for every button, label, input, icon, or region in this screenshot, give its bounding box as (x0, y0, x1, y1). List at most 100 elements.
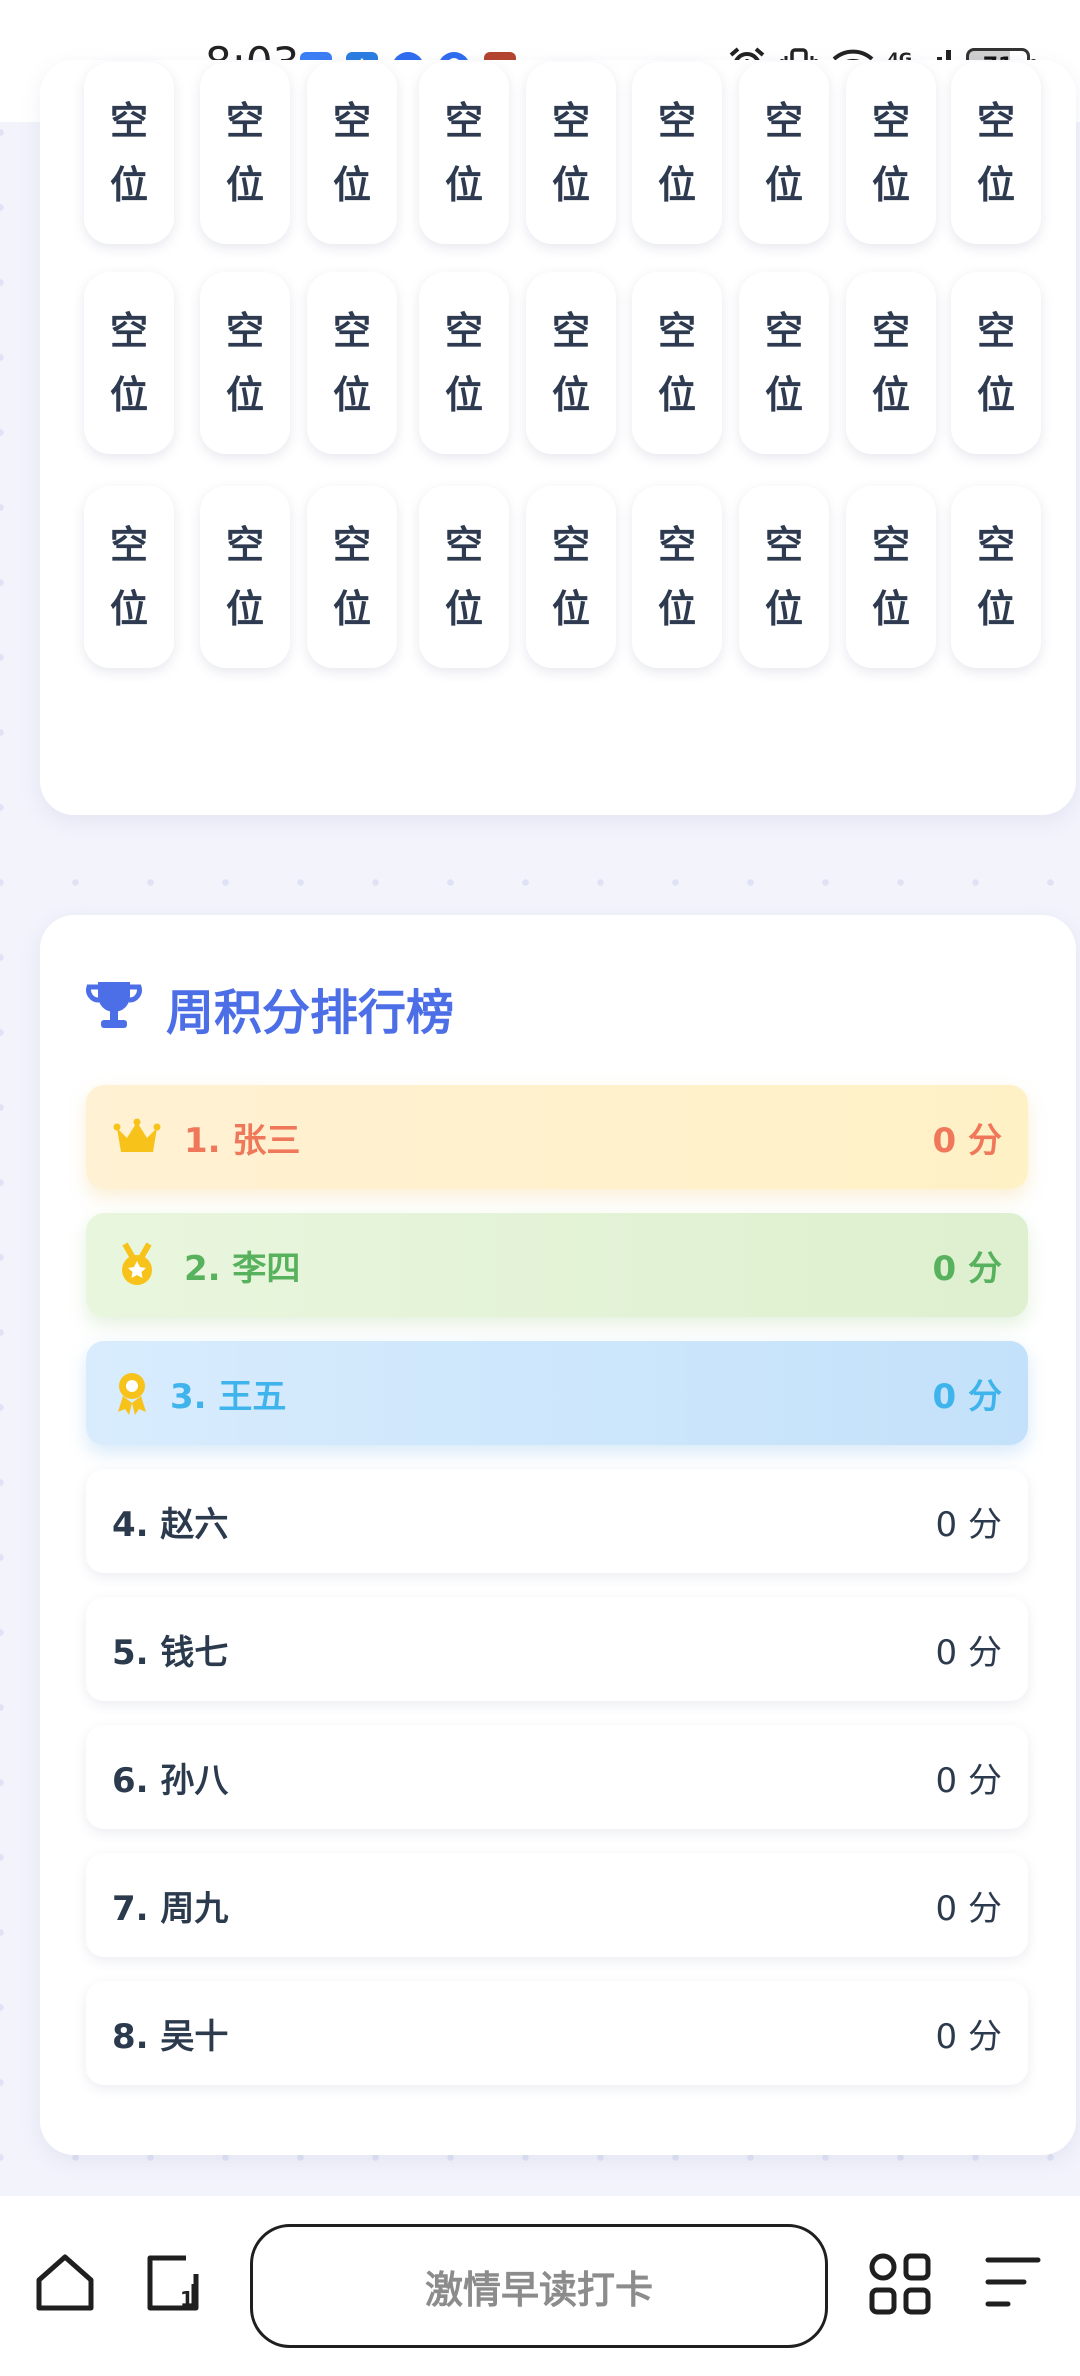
ranking-row-1[interactable]: 1. 张三 0 分 (86, 1085, 1028, 1189)
seat-card: 空位空位空位空位空位空位空位空位空位空位空位空位空位空位空位空位空位空位空位空位… (40, 60, 1076, 815)
seat-label-bottom: 位 (976, 373, 1015, 417)
seat-empty[interactable]: 空位 (526, 272, 616, 454)
seat-empty[interactable]: 空位 (419, 486, 509, 668)
seat-empty[interactable]: 空位 (632, 486, 722, 668)
seat-empty[interactable]: 空位 (846, 62, 936, 244)
seat-label-top: 空 (225, 99, 264, 143)
ranking-header: 周积分排行榜 (84, 973, 454, 1043)
seat-label-bottom: 位 (764, 587, 803, 631)
seat-label-top: 空 (976, 309, 1015, 353)
seat-empty[interactable]: 空位 (307, 62, 397, 244)
seat-label-top: 空 (225, 523, 264, 567)
seat-label-top: 空 (764, 99, 803, 143)
seat-label-bottom: 位 (225, 373, 264, 417)
seat-empty[interactable]: 空位 (739, 62, 829, 244)
seat-label-bottom: 位 (444, 163, 483, 207)
seat-grid: 空位空位空位空位空位空位空位空位空位空位空位空位空位空位空位空位空位空位空位空位… (40, 60, 1076, 815)
ranking-card: 周积分排行榜 1. 张三 0 分 2. 李四 0 分 3. 王五 0 分 4. … (40, 915, 1076, 2155)
seat-label-top: 空 (657, 523, 696, 567)
seat-label-bottom: 位 (551, 163, 590, 207)
seat-empty[interactable]: 空位 (84, 486, 174, 668)
seat-empty[interactable]: 空位 (419, 62, 509, 244)
seat-empty[interactable]: 空位 (84, 272, 174, 454)
seat-label-bottom: 位 (332, 587, 371, 631)
gold-medal-icon (112, 1240, 162, 1290)
seat-label-top: 空 (332, 523, 371, 567)
ranking-score: 0 分 (932, 1120, 1003, 1161)
seat-empty[interactable]: 空位 (846, 486, 936, 668)
seat-label-top: 空 (551, 309, 590, 353)
seat-empty[interactable]: 空位 (739, 486, 829, 668)
seat-label-bottom: 位 (332, 373, 371, 417)
seat-empty[interactable]: 空位 (739, 272, 829, 454)
seat-label-bottom: 位 (657, 587, 696, 631)
seat-label-bottom: 位 (332, 163, 371, 207)
seat-label-top: 空 (976, 523, 1015, 567)
ranking-row-3[interactable]: 3. 王五 0 分 (86, 1341, 1028, 1445)
seat-label-bottom: 位 (444, 587, 483, 631)
seat-label-bottom: 位 (109, 587, 148, 631)
seat-empty[interactable]: 空位 (951, 486, 1041, 668)
ranking-name: 8. 吴十 (112, 2016, 229, 2057)
seat-empty[interactable]: 空位 (951, 62, 1041, 244)
seat-label-bottom: 位 (976, 587, 1015, 631)
crown-icon (112, 1112, 162, 1162)
seat-empty[interactable]: 空位 (951, 272, 1041, 454)
ranking-score: 0 分 (932, 1376, 1003, 1417)
seat-label-top: 空 (109, 523, 148, 567)
seat-empty[interactable]: 空位 (419, 272, 509, 454)
seat-label-bottom: 位 (444, 373, 483, 417)
seat-empty[interactable]: 空位 (200, 486, 290, 668)
bottom-toolbar: 1 激情早读打卡 (0, 2196, 1080, 2376)
seat-label-bottom: 位 (551, 587, 590, 631)
seat-label-top: 空 (332, 99, 371, 143)
seat-label-bottom: 位 (657, 163, 696, 207)
apps-grid-icon[interactable] (868, 2252, 932, 2316)
seat-empty[interactable]: 空位 (307, 272, 397, 454)
tabs-icon[interactable]: 1 (142, 2252, 204, 2314)
menu-icon[interactable] (984, 2254, 1042, 2310)
checkin-button[interactable]: 激情早读打卡 (250, 2224, 828, 2348)
ranking-row-8[interactable]: 8. 吴十 0 分 (86, 1981, 1028, 2085)
seat-empty[interactable]: 空位 (200, 272, 290, 454)
ranking-name: 7. 周九 (112, 1888, 229, 1929)
ranking-score: 0 分 (935, 1632, 1002, 1673)
seat-label-top: 空 (332, 309, 371, 353)
ranking-name: 6. 孙八 (112, 1760, 229, 1801)
ranking-row-2[interactable]: 2. 李四 0 分 (86, 1213, 1028, 1317)
seat-label-top: 空 (657, 309, 696, 353)
seat-label-top: 空 (444, 523, 483, 567)
seat-label-bottom: 位 (657, 373, 696, 417)
ranking-row-6[interactable]: 6. 孙八 0 分 (86, 1725, 1028, 1829)
ranking-name: 4. 赵六 (112, 1504, 229, 1545)
seat-empty[interactable]: 空位 (632, 62, 722, 244)
ranking-name: 1. 张三 (184, 1120, 301, 1161)
seat-empty[interactable]: 空位 (632, 272, 722, 454)
seat-empty[interactable]: 空位 (307, 486, 397, 668)
seat-empty[interactable]: 空位 (526, 486, 616, 668)
seat-label-top: 空 (871, 523, 910, 567)
home-icon[interactable] (34, 2252, 96, 2314)
seat-label-top: 空 (225, 309, 264, 353)
seat-empty[interactable]: 空位 (526, 62, 616, 244)
seat-label-bottom: 位 (551, 373, 590, 417)
ranking-title: 周积分排行榜 (166, 985, 455, 1041)
ranking-row-5[interactable]: 5. 钱七 0 分 (86, 1597, 1028, 1701)
seat-label-bottom: 位 (225, 587, 264, 631)
ranking-name: 3. 王五 (170, 1376, 287, 1417)
seat-empty[interactable]: 空位 (200, 62, 290, 244)
seat-label-top: 空 (871, 309, 910, 353)
ranking-row-4[interactable]: 4. 赵六 0 分 (86, 1469, 1028, 1573)
ranking-name: 5. 钱七 (112, 1632, 229, 1673)
seat-label-top: 空 (551, 99, 590, 143)
seat-label-bottom: 位 (871, 163, 910, 207)
seat-label-bottom: 位 (871, 373, 910, 417)
seat-label-top: 空 (444, 309, 483, 353)
seat-label-bottom: 位 (109, 373, 148, 417)
seat-label-bottom: 位 (764, 373, 803, 417)
seat-label-top: 空 (976, 99, 1015, 143)
seat-empty[interactable]: 空位 (846, 272, 936, 454)
seat-label-top: 空 (764, 309, 803, 353)
ranking-row-7[interactable]: 7. 周九 0 分 (86, 1853, 1028, 1957)
seat-empty[interactable]: 空位 (84, 62, 174, 244)
